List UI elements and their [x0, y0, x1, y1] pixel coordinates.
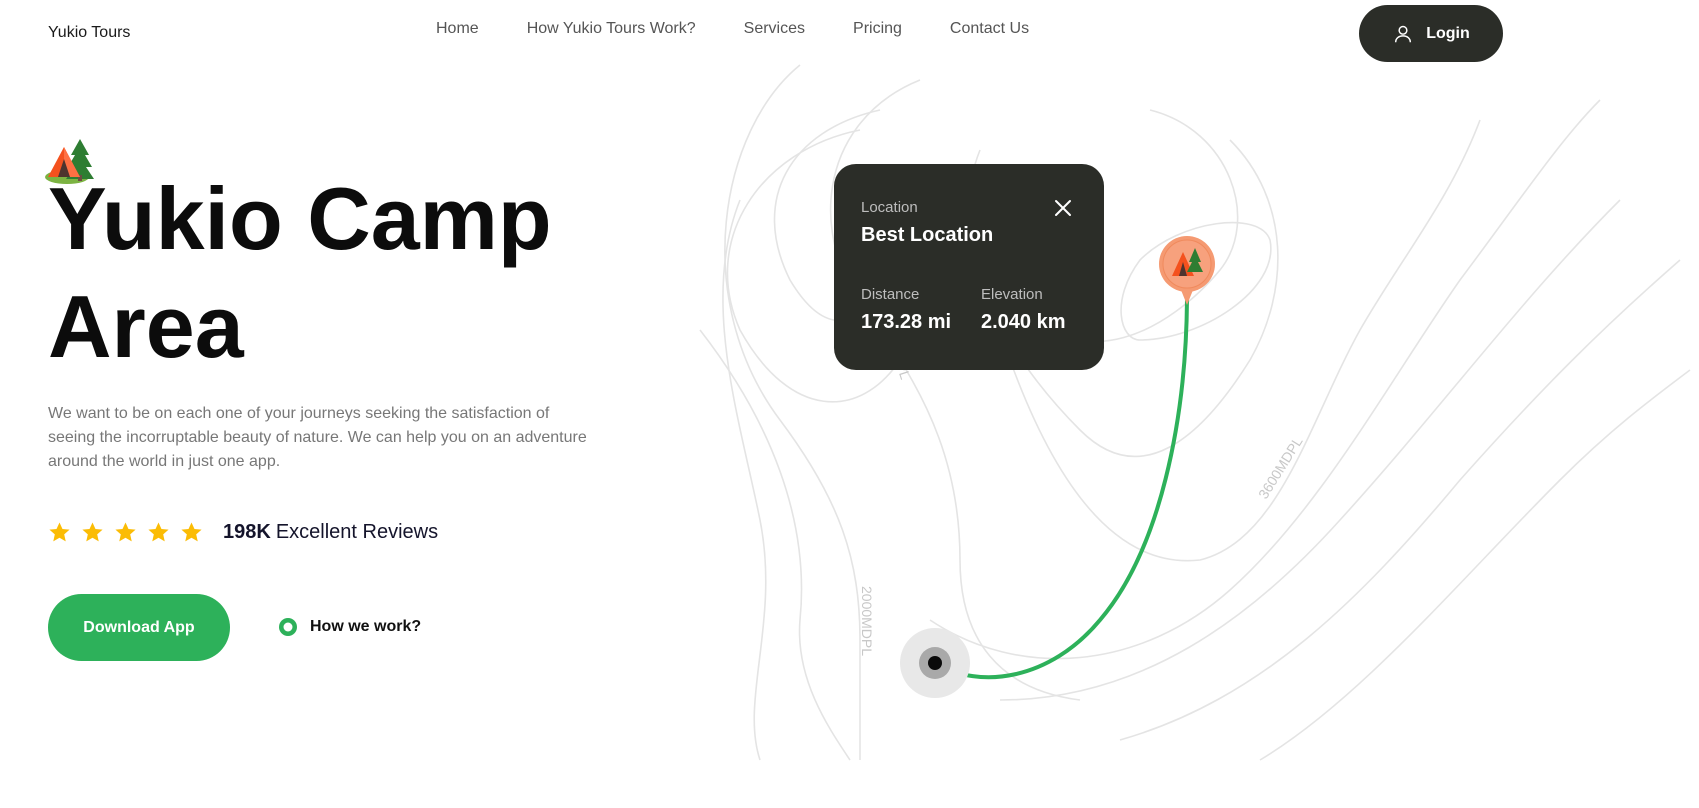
- hero-title: Yukio Camp Area: [48, 165, 668, 381]
- hero-title-line1: Yukio Camp: [48, 169, 552, 268]
- how-we-work-label: How we work?: [310, 618, 422, 635]
- distance-label: Distance: [861, 286, 920, 303]
- contour-label-2000: 2000MDPL: [859, 586, 875, 656]
- star-rating: [48, 521, 203, 544]
- elevation-value: 2.040 km: [981, 311, 1066, 333]
- nav-services[interactable]: Services: [744, 20, 805, 38]
- how-we-work-link[interactable]: How we work?: [278, 617, 421, 637]
- hero-description: We want to be on each one of your journe…: [48, 405, 587, 470]
- review-count: 198K: [223, 521, 271, 543]
- login-button[interactable]: Login: [1359, 5, 1503, 62]
- elevation-label: Elevation: [981, 286, 1043, 303]
- distance-value: 173.28 mi: [861, 311, 952, 333]
- location-label: Location: [861, 199, 918, 216]
- star-icon: [148, 522, 169, 542]
- star-icon: [115, 522, 136, 542]
- download-app-button[interactable]: Download App: [48, 594, 230, 661]
- topographic-map: 3600MDPL 2000MDPL PL: [699, 64, 1691, 761]
- rating-summary: 198K Excellent Reviews: [48, 521, 438, 544]
- nav-how-it-works[interactable]: How Yukio Tours Work?: [527, 20, 696, 38]
- location-info-card: Location Best Location Distance 173.28 m…: [834, 164, 1104, 370]
- review-label: Excellent Reviews: [275, 521, 439, 543]
- nav-home[interactable]: Home: [436, 20, 479, 38]
- start-point-marker[interactable]: [900, 628, 970, 698]
- user-icon: [1395, 25, 1412, 42]
- star-icon: [49, 522, 70, 542]
- brand-logo[interactable]: Yukio Tours: [48, 24, 130, 42]
- login-label: Login: [1426, 24, 1470, 42]
- close-icon[interactable]: [1053, 198, 1073, 218]
- nav-pricing[interactable]: Pricing: [853, 20, 902, 38]
- nav-contact[interactable]: Contact Us: [950, 20, 1029, 38]
- location-value: Best Location: [861, 224, 994, 246]
- destination-marker[interactable]: [1159, 236, 1215, 305]
- play-icon: [279, 618, 297, 636]
- main-nav: Home How Yukio Tours Work? Services Pric…: [436, 20, 1029, 38]
- star-icon: [181, 522, 202, 542]
- hero-title-line2: Area: [48, 277, 244, 376]
- star-icon: [82, 522, 103, 542]
